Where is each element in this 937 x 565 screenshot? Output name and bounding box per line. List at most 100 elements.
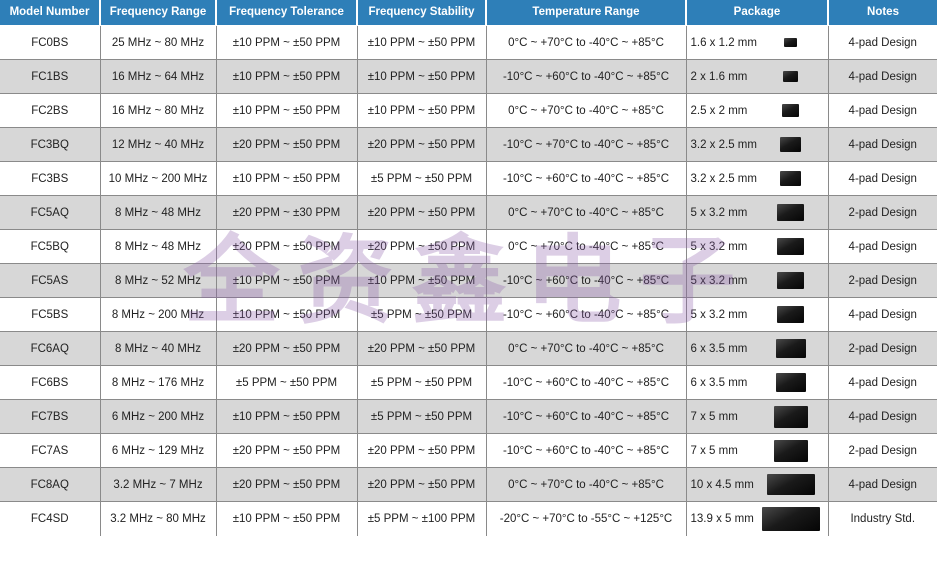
cell-temp_range: 0°C ~ +70°C to -40°C ~ +85°C bbox=[486, 229, 687, 264]
cell-model: FC5BQ bbox=[0, 229, 101, 264]
cell-freq_stab: ±10 PPM ~ ±50 PPM bbox=[357, 93, 487, 128]
package-size-label: 6 x 3.5 mm bbox=[690, 376, 748, 389]
table-header: Model Number Frequency Range Frequency Tol… bbox=[0, 0, 937, 26]
table-row: FC2BS 16 MHz ~ 80 MHz ±10 PPM ~ ±50 PPM ±10… bbox=[0, 93, 937, 128]
package-size-label: 13.9 x 5 mm bbox=[690, 512, 754, 525]
package-chip-holder bbox=[758, 171, 824, 186]
cell-freq_range: 3.2 MHz ~ 80 MHz bbox=[100, 501, 217, 536]
cell-freq_tol: ±20 PPM ~ ±50 PPM bbox=[216, 331, 358, 366]
cell-notes: 4-pad Design bbox=[828, 161, 937, 196]
cell-notes: 4-pad Design bbox=[828, 25, 937, 60]
cell-freq_tol: ±10 PPM ~ ±50 PPM bbox=[216, 161, 358, 196]
cell-freq_tol: ±20 PPM ~ ±50 PPM bbox=[216, 467, 358, 502]
package-cell-inner: 7 x 5 mm bbox=[691, 400, 824, 433]
table-row: FC4SD 3.2 MHz ~ 80 MHz ±10 PPM ~ ±50 PPM ±5… bbox=[0, 501, 937, 536]
cell-freq_range: 6 MHz ~ 200 MHz bbox=[100, 399, 217, 434]
cell-freq_stab: ±20 PPM ~ ±50 PPM bbox=[357, 127, 487, 162]
package-cell-inner: 2 x 1.6 mm bbox=[691, 60, 824, 93]
table-row: FC8AQ 3.2 MHz ~ 7 MHz ±20 PPM ~ ±50 PPM ±20… bbox=[0, 467, 937, 502]
column-header-freq_stab[interactable]: Frequency Stability bbox=[357, 0, 487, 26]
cell-freq_range: 25 MHz ~ 80 MHz bbox=[100, 25, 217, 60]
cell-temp_range: 0°C ~ +70°C to -40°C ~ +85°C bbox=[486, 467, 687, 502]
package-chip-icon bbox=[780, 171, 801, 186]
cell-freq_tol: ±10 PPM ~ ±50 PPM bbox=[216, 399, 358, 434]
package-chip-icon bbox=[782, 104, 799, 117]
cell-model: FC0BS bbox=[0, 25, 101, 60]
package-chip-holder bbox=[758, 272, 824, 289]
cell-temp_range: -10°C ~ +60°C to -40°C ~ +85°C bbox=[486, 59, 687, 94]
table-row: FC5AS 8 MHz ~ 52 MHz ±10 PPM ~ ±50 PPM ±10 … bbox=[0, 263, 937, 298]
package-chip-icon bbox=[775, 339, 806, 358]
cell-temp_range: -20°C ~ +70°C to -55°C ~ +125°C bbox=[486, 501, 687, 536]
cell-freq_tol: ±10 PPM ~ ±50 PPM bbox=[216, 93, 358, 128]
package-size-label: 5 x 3.2 mm bbox=[690, 308, 748, 321]
cell-model: FC7BS bbox=[0, 399, 101, 434]
cell-freq_tol: ±5 PPM ~ ±50 PPM bbox=[216, 365, 358, 400]
cell-notes: 2-pad Design bbox=[828, 433, 937, 468]
table-row: FC7AS 6 MHz ~ 129 MHz ±20 PPM ~ ±50 PPM ±20… bbox=[0, 433, 937, 468]
cell-package: 5 x 3.2 mm bbox=[686, 297, 829, 332]
package-chip-holder bbox=[758, 238, 824, 255]
package-cell-inner: 6 x 3.5 mm bbox=[691, 332, 824, 365]
table-row: FC5AQ 8 MHz ~ 48 MHz ±20 PPM ~ ±30 PPM ±20 … bbox=[0, 195, 937, 230]
package-size-label: 7 x 5 mm bbox=[690, 410, 738, 423]
table-row: FC6AQ 8 MHz ~ 40 MHz ±20 PPM ~ ±50 PPM ±20 … bbox=[0, 331, 937, 366]
cell-freq_tol: ±20 PPM ~ ±50 PPM bbox=[216, 127, 358, 162]
package-cell-inner: 5 x 3.2 mm bbox=[691, 230, 824, 263]
cell-freq_stab: ±5 PPM ~ ±50 PPM bbox=[357, 297, 487, 332]
cell-package: 7 x 5 mm bbox=[686, 399, 829, 434]
cell-temp_range: -10°C ~ +60°C to -40°C ~ +85°C bbox=[486, 433, 687, 468]
oscillator-specification-table: Model Number Frequency Range Frequency Tol… bbox=[0, 0, 937, 536]
cell-package: 7 x 5 mm bbox=[686, 433, 829, 468]
column-header-package[interactable]: Package bbox=[686, 0, 829, 26]
cell-package: 2 x 1.6 mm bbox=[686, 59, 829, 94]
package-size-label: 7 x 5 mm bbox=[690, 444, 738, 457]
cell-freq_stab: ±20 PPM ~ ±50 PPM bbox=[357, 331, 487, 366]
column-header-model[interactable]: Model Number bbox=[0, 0, 101, 26]
package-cell-inner: 1.6 x 1.2 mm bbox=[691, 26, 824, 59]
cell-model: FC5AQ bbox=[0, 195, 101, 230]
package-chip-holder bbox=[758, 137, 824, 152]
cell-freq_stab: ±20 PPM ~ ±50 PPM bbox=[357, 433, 487, 468]
package-size-label: 5 x 3.2 mm bbox=[690, 274, 748, 287]
cell-freq_stab: ±5 PPM ~ ±50 PPM bbox=[357, 161, 487, 196]
package-chip-holder bbox=[758, 339, 824, 358]
package-chip-icon bbox=[777, 306, 804, 323]
cell-freq_range: 8 MHz ~ 40 MHz bbox=[100, 331, 217, 366]
column-header-notes[interactable]: Notes bbox=[828, 0, 937, 26]
package-chip-icon bbox=[780, 137, 801, 152]
cell-notes: 4-pad Design bbox=[828, 93, 937, 128]
cell-freq_range: 8 MHz ~ 52 MHz bbox=[100, 263, 217, 298]
cell-package: 1.6 x 1.2 mm bbox=[686, 25, 829, 60]
package-chip-icon bbox=[777, 204, 804, 221]
cell-freq_stab: ±10 PPM ~ ±50 PPM bbox=[357, 59, 487, 94]
column-header-temp_range[interactable]: Temperature Range bbox=[486, 0, 687, 26]
package-size-label: 1.6 x 1.2 mm bbox=[690, 36, 757, 49]
specification-table-container: Model Number Frequency Range Frequency Tol… bbox=[0, 0, 937, 565]
table-row: FC0BS 25 MHz ~ 80 MHz ±10 PPM ~ ±50 PPM ±10… bbox=[0, 25, 937, 60]
cell-freq_stab: ±10 PPM ~ ±50 PPM bbox=[357, 25, 487, 60]
column-header-freq_range[interactable]: Frequency Range bbox=[100, 0, 217, 26]
table-row: FC5BS 8 MHz ~ 200 MHz ±10 PPM ~ ±50 PPM ±5 … bbox=[0, 297, 937, 332]
table-row: FC3BQ 12 MHz ~ 40 MHz ±20 PPM ~ ±50 PPM ±20… bbox=[0, 127, 937, 162]
column-header-freq_tol[interactable]: Frequency Tolerance bbox=[216, 0, 358, 26]
package-cell-inner: 6 x 3.5 mm bbox=[691, 366, 824, 399]
cell-freq_stab: ±5 PPM ~ ±50 PPM bbox=[357, 365, 487, 400]
cell-notes: 2-pad Design bbox=[828, 263, 937, 298]
cell-freq_tol: ±20 PPM ~ ±50 PPM bbox=[216, 433, 358, 468]
cell-temp_range: 0°C ~ +70°C to -40°C ~ +85°C bbox=[486, 331, 687, 366]
package-chip-holder bbox=[758, 306, 824, 323]
cell-notes: 2-pad Design bbox=[828, 331, 937, 366]
table-row: FC5BQ 8 MHz ~ 48 MHz ±20 PPM ~ ±50 PPM ±20 … bbox=[0, 229, 937, 264]
cell-notes: Industry Std. bbox=[828, 501, 937, 536]
cell-notes: 4-pad Design bbox=[828, 365, 937, 400]
cell-freq_tol: ±20 PPM ~ ±30 PPM bbox=[216, 195, 358, 230]
package-chip-icon bbox=[777, 272, 804, 289]
cell-package: 5 x 3.2 mm bbox=[686, 229, 829, 264]
cell-freq_range: 8 MHz ~ 48 MHz bbox=[100, 229, 217, 264]
cell-package: 5 x 3.2 mm bbox=[686, 195, 829, 230]
cell-model: FC2BS bbox=[0, 93, 101, 128]
cell-model: FC6AQ bbox=[0, 331, 101, 366]
cell-notes: 4-pad Design bbox=[828, 59, 937, 94]
package-chip-icon bbox=[773, 405, 808, 428]
